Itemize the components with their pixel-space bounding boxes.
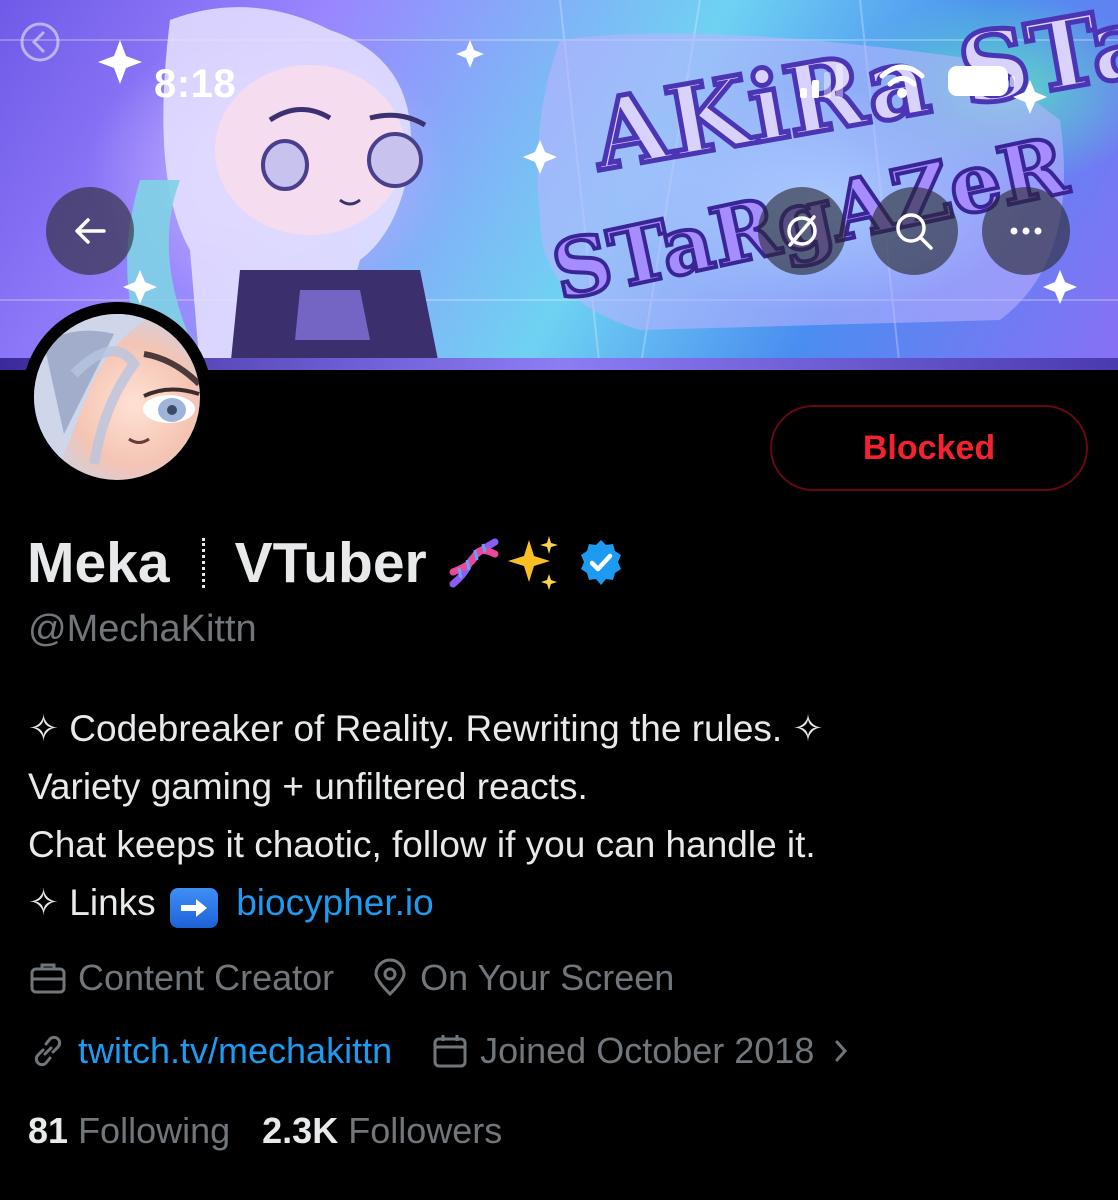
- joined-label: Joined October 2018: [480, 1030, 815, 1071]
- follow-stats: 81 Following 2.3K Followers: [28, 1110, 502, 1152]
- verified-badge-icon[interactable]: [575, 537, 627, 589]
- status-time: 8:18: [154, 62, 237, 106]
- user-handle: @MechaKittn: [28, 608, 257, 650]
- blocked-button[interactable]: Blocked: [770, 405, 1088, 491]
- avatar-image: [34, 314, 200, 480]
- location-pin-icon: [370, 958, 410, 998]
- location-label: On Your Screen: [420, 957, 675, 998]
- following-count: 81: [28, 1110, 69, 1151]
- grok-icon: [787, 215, 817, 247]
- sparkles-emoji-icon: [507, 536, 558, 590]
- chevron-right-icon: [835, 1040, 848, 1062]
- grok-button[interactable]: [758, 187, 846, 275]
- briefcase-icon: [28, 958, 68, 998]
- bio-line-4: ✧ Links biocypher.io: [28, 874, 1088, 932]
- battery-icon: [948, 66, 1015, 96]
- profile-avatar[interactable]: [22, 302, 212, 492]
- website-link[interactable]: twitch.tv/mechakittn: [78, 1030, 392, 1072]
- display-name-first: Meka: [27, 531, 170, 595]
- followers-label: Followers: [348, 1110, 503, 1151]
- more-button[interactable]: [982, 187, 1070, 275]
- search-button[interactable]: [870, 187, 958, 275]
- followers-link[interactable]: 2.3K Followers: [262, 1110, 502, 1151]
- display-name: Meka VTuber: [27, 528, 627, 598]
- category-label: Content Creator: [78, 957, 335, 998]
- signal-icon: [800, 64, 843, 98]
- calendar-icon: [430, 1031, 470, 1071]
- location-item: On Your Screen: [370, 957, 674, 999]
- wifi-icon: [879, 64, 925, 98]
- status-icons: [800, 64, 1015, 98]
- following-link[interactable]: 81 Following: [28, 1110, 240, 1151]
- profile-bio: ✧ Codebreaker of Reality. Rewriting the …: [28, 700, 1088, 932]
- profile-banner[interactable]: AKiRa STaRgAZeR STaRgAZeR 8:18: [0, 0, 1118, 370]
- display-name-second: VTuber: [234, 531, 427, 595]
- bio-line-3: Chat keeps it chaotic, follow if you can…: [28, 824, 816, 865]
- banner-artwork: AKiRa STaRgAZeR STaRgAZeR: [0, 0, 1118, 370]
- profile-meta-row-2: twitch.tv/mechakittn Joined October 2018: [28, 1028, 856, 1074]
- bio-link[interactable]: biocypher.io: [236, 882, 433, 923]
- name-separator: [201, 538, 205, 588]
- profile-meta-row-1: Content Creator On Your Screen: [28, 955, 674, 1001]
- dna-emoji-icon: [449, 538, 499, 588]
- followers-count: 2.3K: [262, 1110, 339, 1151]
- search-icon: [896, 213, 933, 250]
- back-button[interactable]: [46, 187, 134, 275]
- bio-line-2: Variety gaming + unfiltered reacts.: [28, 766, 588, 807]
- joined-item[interactable]: Joined October 2018: [430, 1030, 856, 1072]
- bio-links-prefix: ✧ Links: [28, 882, 156, 923]
- bio-line-1: ✧ Codebreaker of Reality. Rewriting the …: [28, 708, 824, 749]
- name-emojis: [445, 534, 627, 592]
- following-label: Following: [78, 1110, 231, 1151]
- category-item: Content Creator: [28, 957, 334, 999]
- arrow-left-icon: [75, 218, 106, 244]
- more-horizontal-icon: [1010, 227, 1042, 235]
- right-arrow-emoji-icon: [169, 888, 218, 928]
- website-item[interactable]: twitch.tv/mechakittn: [28, 1030, 392, 1072]
- corner-back-glyph-icon: [20, 22, 60, 62]
- link-icon: [28, 1031, 68, 1071]
